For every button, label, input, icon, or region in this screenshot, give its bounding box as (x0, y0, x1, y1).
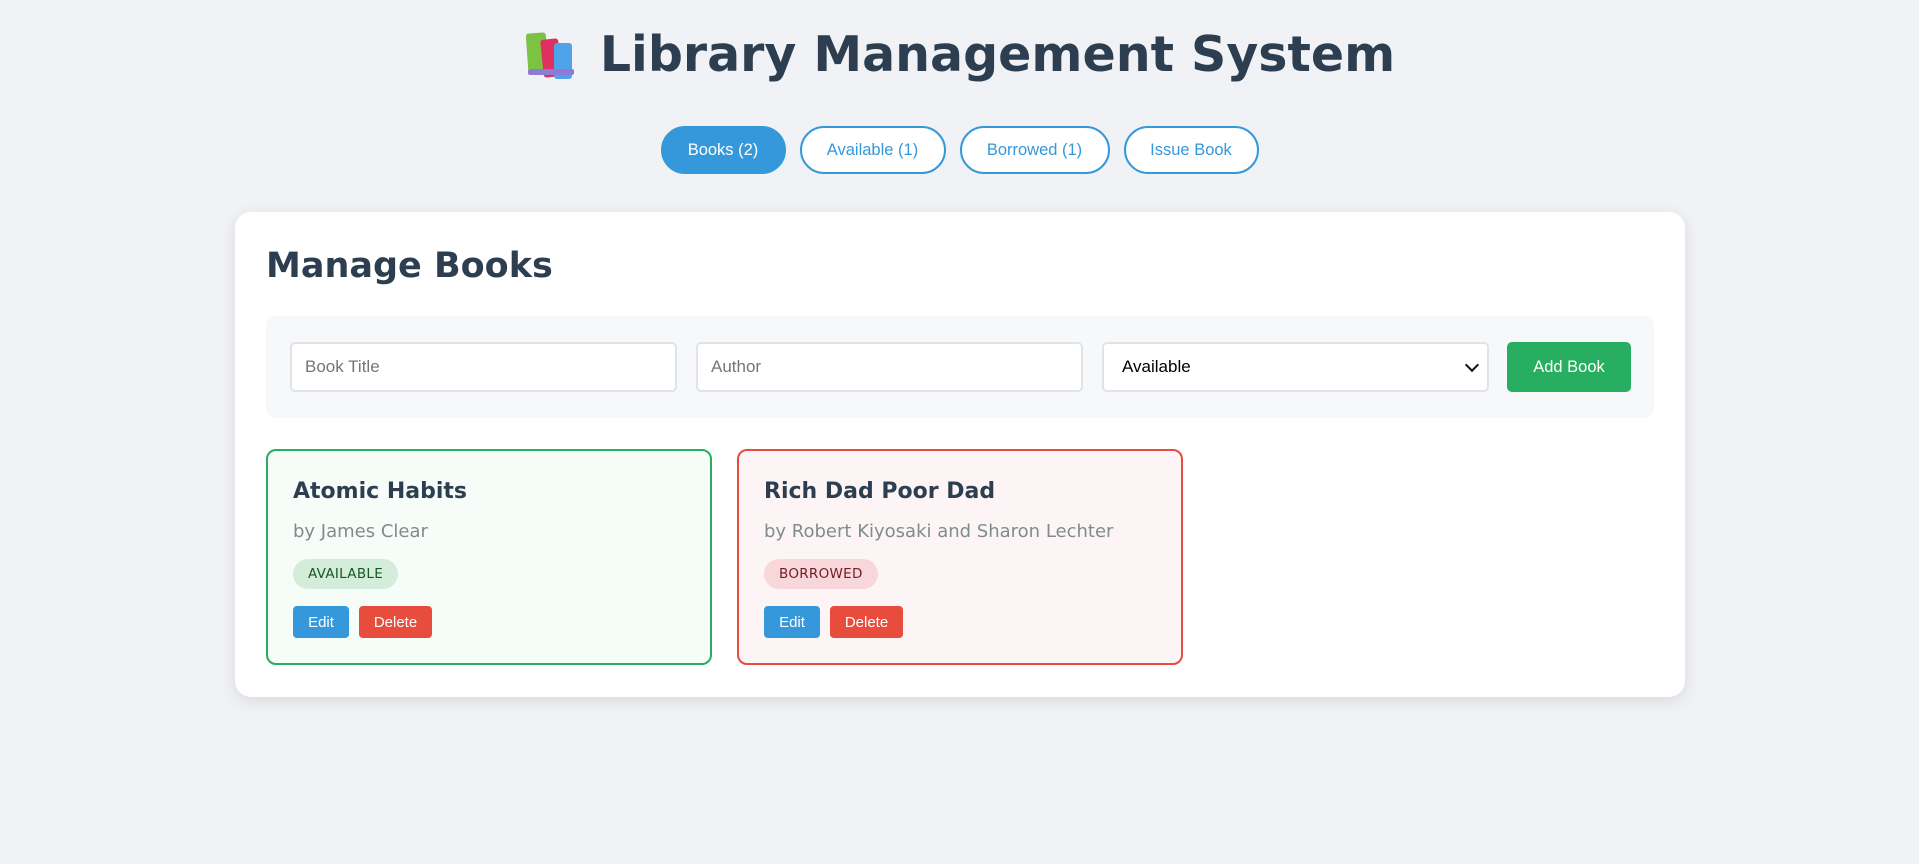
manage-books-panel: Manage Books Available Add Book Atomic H… (235, 212, 1685, 697)
status-select[interactable]: Available (1102, 342, 1489, 392)
tab-bar: Books (2) Available (1) Borrowed (1) Iss… (0, 126, 1919, 174)
book-title-input[interactable] (290, 342, 677, 392)
book-title: Atomic Habits (293, 479, 467, 504)
tab-available[interactable]: Available (1) (799, 126, 946, 174)
chevron-down-icon (1464, 357, 1480, 372)
author-input[interactable] (696, 342, 1083, 392)
card-actions: Edit Delete (764, 606, 903, 638)
book-card: Atomic Habits by James Clear AVAILABLE E… (266, 449, 712, 665)
book-title: Rich Dad Poor Dad (764, 479, 996, 504)
card-actions: Edit Delete (293, 606, 432, 638)
tab-borrowed[interactable]: Borrowed (1) (959, 126, 1110, 174)
delete-button[interactable]: Delete (830, 606, 903, 638)
book-author: by Robert Kiyosaki and Sharon Lechter (764, 521, 1114, 542)
book-card: Rich Dad Poor Dad by Robert Kiyosaki and… (737, 449, 1183, 665)
app-header: Library Management System (0, 26, 1919, 83)
status-select-value: Available (1122, 357, 1191, 376)
edit-button[interactable]: Edit (293, 606, 349, 638)
edit-button[interactable]: Edit (764, 606, 820, 638)
book-author: by James Clear (293, 521, 428, 542)
status-badge: BORROWED (764, 559, 878, 589)
status-badge: AVAILABLE (293, 559, 399, 589)
add-book-form: Available Add Book (266, 316, 1654, 418)
tab-issue-book[interactable]: Issue Book (1123, 126, 1259, 174)
tab-books[interactable]: Books (2) (660, 126, 786, 174)
page-title: Library Management System (599, 26, 1396, 83)
panel-title: Manage Books (266, 246, 553, 286)
add-book-button[interactable]: Add Book (1507, 342, 1631, 392)
delete-button[interactable]: Delete (359, 606, 432, 638)
books-icon (524, 29, 578, 81)
